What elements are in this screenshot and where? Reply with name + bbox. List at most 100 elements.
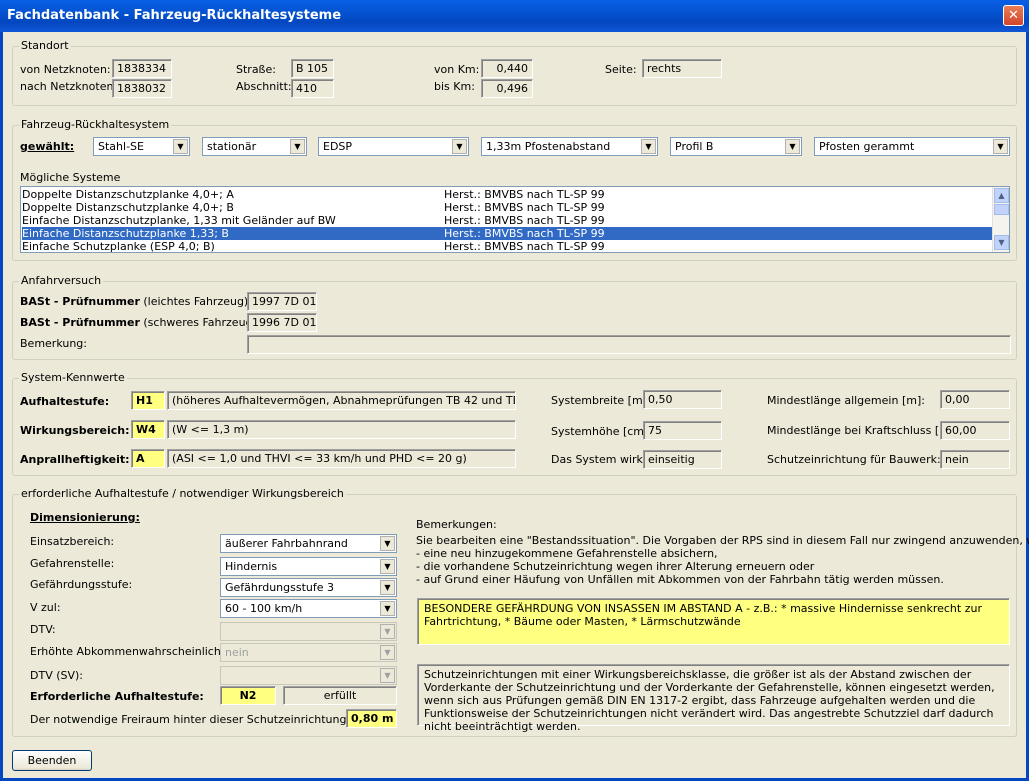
von-km-label: von Km: (434, 63, 480, 76)
list-item-name: Einfache Schutzplanke (ESP 4,0; B) (22, 240, 215, 253)
einsatzbereich-label: Einsatzbereich: (30, 535, 115, 548)
list-item-herst: Herst.: BMVBS nach TL-SP 99 (444, 227, 605, 240)
chevron-down-icon: ▼ (641, 139, 656, 154)
anprallheftigkeit-value: A (131, 449, 165, 468)
erhoehte-abkommen-select: nein ▼ (220, 643, 397, 662)
profil-value: Profil B (675, 140, 714, 153)
gefahrenstelle-value: Hindernis (225, 560, 278, 573)
chevron-down-icon: ▼ (290, 139, 305, 154)
scroll-down-icon[interactable]: ▼ (994, 235, 1009, 250)
gefaehrdungsstufe-select[interactable]: Gefährdungsstufe 3 ▼ (220, 578, 397, 597)
bis-km-field: 0,496 (481, 79, 533, 98)
list-item-name: Einfache Distanzschutzplanke 1,33; B (22, 227, 229, 240)
erforderliche-aufhaltestufe-value: N2 (220, 686, 276, 705)
vzul-select[interactable]: 60 - 100 km/h ▼ (220, 599, 397, 618)
pfostenabstand-select[interactable]: 1,33m Pfostenabstand ▼ (481, 137, 658, 156)
bemerkung-field (247, 335, 1011, 354)
seite-label: Seite: (605, 63, 637, 76)
list-item-selected[interactable]: Einfache Distanzschutzplanke 1,33; B Hers… (22, 227, 992, 240)
gefahrenstelle-select[interactable]: Hindernis ▼ (220, 557, 397, 576)
bauwerk-field: nein (940, 450, 1010, 469)
chevron-down-icon: ▼ (380, 580, 395, 595)
einsatzbereich-value: äußerer Fahrbahnrand (225, 537, 348, 550)
strasse-field: B 105 (291, 59, 334, 78)
system-wirkt-field: einseitig (643, 450, 722, 469)
einsatzbereich-select[interactable]: äußerer Fahrbahnrand ▼ (220, 534, 397, 553)
pfosten-select[interactable]: Pfosten gerammt ▼ (814, 137, 1010, 156)
systemhoehe-field: 75 (643, 421, 722, 440)
window-title: Fachdatenbank - Fahrzeug-Rückhaltesystem… (7, 8, 342, 23)
mindestlaenge-kraft-label: Mindestlänge bei Kraftschluss [m]: (767, 424, 958, 437)
bemerkungen-line: - eine neu hinzugekommene Gefahrenstelle… (416, 547, 718, 560)
systembreite-field: 0,50 (643, 390, 722, 409)
gefahrenstelle-label: Gefahrenstelle: (30, 557, 115, 570)
systembreite-label: Systembreite [m]: (551, 394, 651, 407)
list-item[interactable]: Einfache Schutzplanke (ESP 4,0; B) Herst.… (22, 240, 992, 253)
aufhaltestufe-label: Aufhaltestufe: (20, 395, 110, 408)
frs-legend: Fahrzeug-Rückhaltesystem (19, 118, 172, 131)
chevron-down-icon: ▼ (380, 559, 395, 574)
bauwerk-label: Schutzeinrichtung für Bauwerk: (767, 453, 941, 466)
wirkungsbereich-desc: (W <= 1,3 m) (167, 420, 516, 439)
profil-select[interactable]: Profil B ▼ (670, 137, 802, 156)
info-text: Schutzeinrichtungen mit einer Wirkungsbe… (417, 664, 1010, 733)
bemerkung-label: Bemerkung: (20, 337, 87, 350)
scroll-up-icon[interactable]: ▲ (994, 188, 1009, 203)
list-item-herst: Herst.: BMVBS nach TL-SP 99 (444, 240, 605, 253)
list-item[interactable]: Doppelte Distanzschutzplanke 4,0+; A Hers… (22, 188, 992, 201)
einbauart-select[interactable]: stationär ▼ (202, 137, 307, 156)
list-item-name: Doppelte Distanzschutzplanke 4,0+; A (22, 188, 234, 201)
bemerkungen-line: - auf Grund einer Häufung von Unfällen m… (416, 573, 944, 586)
gefaehrdungsstufe-label: Gefährdungsstufe: (30, 578, 133, 591)
scroll-thumb[interactable] (994, 204, 1009, 215)
close-window-button[interactable]: ✕ (1003, 5, 1024, 26)
einbauart-value: stationär (207, 140, 257, 153)
systeme-list[interactable]: Doppelte Distanzschutzplanke 4,0+; A Hers… (20, 186, 1010, 253)
beenden-button[interactable]: Beenden (12, 750, 92, 771)
werkstoff-select[interactable]: Stahl-SE ▼ (93, 137, 190, 156)
seite-field: rechts (642, 59, 722, 78)
list-item[interactable]: Doppelte Distanzschutzplanke 4,0+; B Hers… (22, 201, 992, 214)
systemtyp-value: EDSP (323, 140, 353, 153)
list-item-herst: Herst.: BMVBS nach TL-SP 99 (444, 214, 605, 227)
dtv-label: DTV: (30, 623, 56, 636)
list-scrollbar[interactable]: ▲ ▼ (992, 187, 1009, 252)
chevron-down-icon: ▼ (380, 624, 395, 639)
anprallheftigkeit-label: Anprallheftigkeit: (20, 453, 130, 466)
chevron-down-icon: ▼ (380, 601, 395, 616)
bemerkungen-label: Bemerkungen: (416, 518, 497, 531)
bemerkungen-line: Sie bearbeiten eine "Bestandssituation".… (416, 534, 1029, 547)
gefaehrdung-warning: BESONDERE GEFÄHRDUNG VON INSASSEN IM ABS… (417, 598, 1010, 645)
von-km-field: 0,440 (481, 59, 533, 78)
anfahrversuch-legend: Anfahrversuch (19, 274, 104, 287)
standort-legend: Standort (19, 39, 71, 52)
gewaehlt-label: gewählt: (20, 140, 75, 153)
nach-netzknoten-field: 1838032 (112, 79, 172, 98)
window-titlebar: Fachdatenbank - Fahrzeug-Rückhaltesystem… (0, 0, 1029, 32)
freiraum-label: Der notwendige Freiraum hinter dieser Sc… (30, 713, 391, 726)
gefaehrdungsstufe-value: Gefährdungsstufe 3 (225, 581, 334, 594)
bemerkungen-line: - die vorhandene Schutzeinrichtung wegen… (416, 560, 815, 573)
von-netzknoten-label: von Netzknoten: (20, 63, 111, 76)
strasse-label: Straße: (236, 63, 276, 76)
aufhaltestufe-desc: (höheres Aufhaltevermögen, Abnahmeprüfun… (167, 391, 516, 410)
dtv-sv-label: DTV (SV): (30, 669, 84, 682)
freiraum-value: 0,80 m (346, 709, 397, 728)
list-item[interactable]: Einfache Distanzschutzplanke, 1,33 mit G… (22, 214, 992, 227)
erfuellt-status: erfüllt (283, 686, 397, 705)
von-netzknoten-field: 1838334 (112, 59, 172, 78)
chevron-down-icon: ▼ (173, 139, 188, 154)
mindestlaenge-allg-label: Mindestlänge allgemein [m]: (767, 394, 925, 407)
bast2-field: 1996 7D 01 (247, 313, 317, 332)
dtv-select: ▼ (220, 622, 397, 641)
aufhaltestufe-value: H1 (131, 391, 165, 410)
nach-netzknoten-label: nach Netzknoten: (20, 80, 118, 93)
erforderlich-legend: erforderliche Aufhaltestufe / notwendige… (19, 487, 346, 500)
wirkungsbereich-label: Wirkungsbereich: (20, 424, 130, 437)
list-item-name: Einfache Distanzschutzplanke, 1,33 mit G… (22, 214, 336, 227)
dimensionierung-label: Dimensionierung: (30, 511, 140, 524)
mindestlaenge-kraft-field: 60,00 (940, 421, 1010, 440)
wirkungsbereich-value: W4 (131, 420, 165, 439)
systemtyp-select[interactable]: EDSP ▼ (318, 137, 469, 156)
chevron-down-icon: ▼ (380, 668, 395, 683)
